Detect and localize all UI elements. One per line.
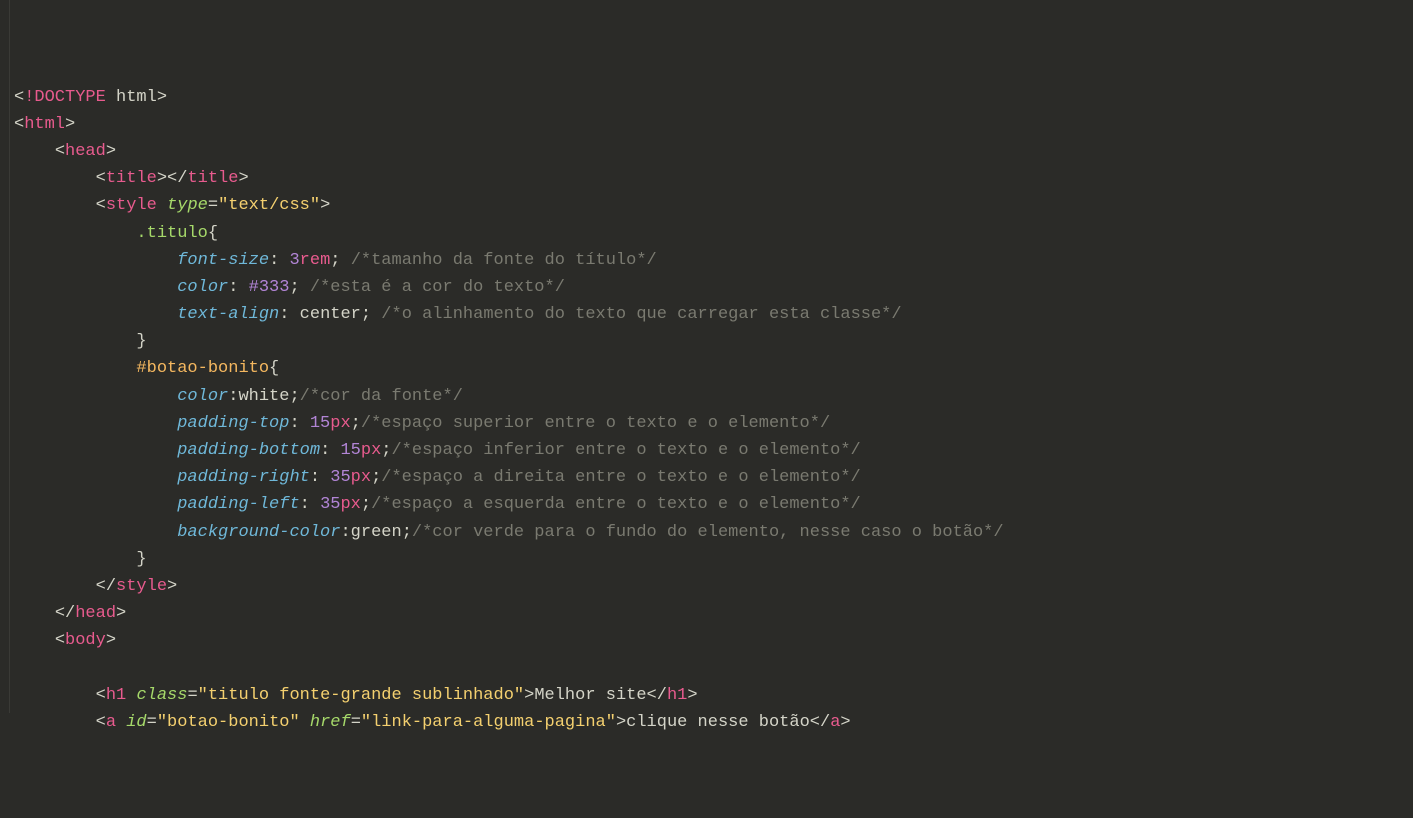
code-editor[interactable]: <!DOCTYPE html><html> <head> <title></ti… xyxy=(14,84,1413,737)
code-line[interactable]: padding-bottom: 15px;/*espaço inferior e… xyxy=(14,437,1413,464)
code-line[interactable]: <style type="text/css"> xyxy=(14,192,1413,219)
code-line[interactable]: </style> xyxy=(14,573,1413,600)
code-line[interactable]: background-color:green;/*cor verde para … xyxy=(14,519,1413,546)
code-line[interactable]: } xyxy=(14,546,1413,573)
code-line[interactable]: text-align: center; /*o alinhamento do t… xyxy=(14,301,1413,328)
code-line[interactable]: <head> xyxy=(14,138,1413,165)
code-line[interactable]: padding-top: 15px;/*espaço superior entr… xyxy=(14,410,1413,437)
code-line[interactable]: } xyxy=(14,328,1413,355)
code-line[interactable]: color:white;/*cor da fonte*/ xyxy=(14,383,1413,410)
code-line[interactable]: font-size: 3rem; /*tamanho da fonte do t… xyxy=(14,247,1413,274)
code-line[interactable]: <h1 class="titulo fonte-grande sublinhad… xyxy=(14,682,1413,709)
code-line[interactable]: #botao-bonito{ xyxy=(14,355,1413,382)
code-line[interactable]: padding-left: 35px;/*espaço a esquerda e… xyxy=(14,491,1413,518)
code-line[interactable]: </head> xyxy=(14,600,1413,627)
code-line[interactable]: .titulo{ xyxy=(14,220,1413,247)
code-line[interactable]: <html> xyxy=(14,111,1413,138)
editor-gutter xyxy=(0,0,10,713)
code-line[interactable]: <body> xyxy=(14,627,1413,654)
code-line[interactable] xyxy=(14,655,1413,682)
code-line[interactable]: color: #333; /*esta é a cor do texto*/ xyxy=(14,274,1413,301)
code-line[interactable]: <!DOCTYPE html> xyxy=(14,84,1413,111)
code-line[interactable]: padding-right: 35px;/*espaço a direita e… xyxy=(14,464,1413,491)
code-line[interactable]: <title></title> xyxy=(14,165,1413,192)
